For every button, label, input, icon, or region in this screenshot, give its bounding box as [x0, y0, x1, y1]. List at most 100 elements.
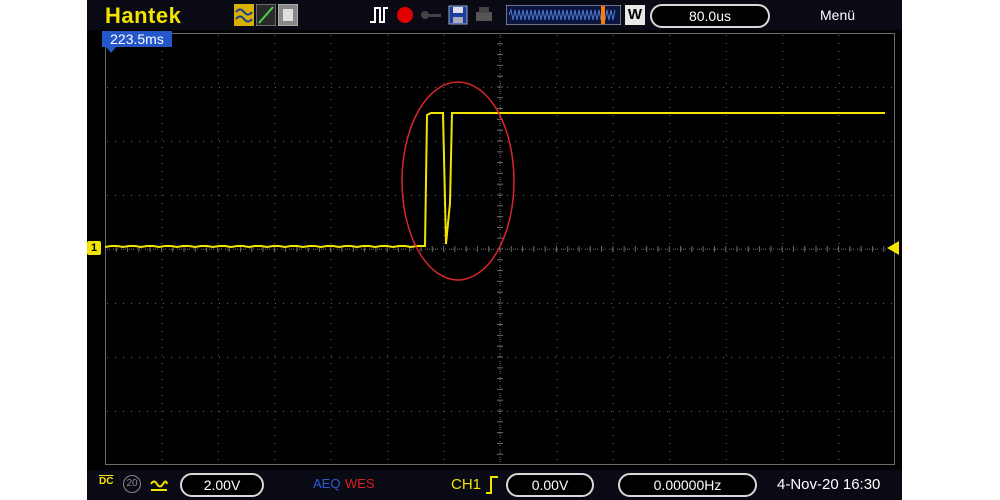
grid-dot [161, 179, 163, 180]
memory-position-bar[interactable] [506, 5, 621, 25]
grid-dot [161, 347, 163, 348]
persist-mode-icon[interactable] [277, 3, 299, 27]
grid-dot [147, 357, 148, 358]
grid-dot [669, 443, 671, 444]
grid-dot [330, 259, 332, 260]
grid-dot [155, 411, 156, 412]
grid-dot [883, 141, 884, 142]
grid-dot [411, 303, 412, 304]
grid-dot [838, 451, 840, 452]
dots-mode-icon[interactable] [234, 4, 254, 26]
grid-dot [875, 303, 876, 304]
grid-dot [555, 303, 556, 304]
ch1-level-marker[interactable]: 1 [87, 241, 101, 255]
grid-dot [556, 275, 558, 276]
grid-dot [107, 303, 108, 304]
grid-dot [251, 141, 252, 142]
menu-button[interactable]: Menü [820, 7, 855, 23]
grid-dot [556, 115, 558, 116]
grid-dot [612, 147, 614, 148]
grid-dot [419, 303, 420, 304]
grid-dot [283, 87, 284, 88]
grid-dot [619, 411, 620, 412]
grid-dot [387, 243, 389, 244]
grid-dot [556, 179, 558, 180]
grid-dot [274, 443, 276, 444]
ch1-scale[interactable]: 2.00V [180, 473, 264, 497]
grid-dot [699, 87, 700, 88]
grid-dot [782, 355, 784, 356]
grid-dot [219, 249, 220, 250]
grid-dot [179, 411, 180, 412]
vectors-mode-icon[interactable] [255, 3, 277, 27]
grid-dot [387, 91, 389, 92]
grid-dot [531, 249, 532, 250]
grid-dot [139, 87, 140, 88]
grid-dot [556, 67, 558, 68]
grid-dot [171, 303, 172, 304]
grid-dot [883, 195, 884, 196]
save-icon[interactable] [448, 5, 468, 25]
timebase-readout[interactable]: 80.0us [650, 4, 770, 28]
grid-dot [643, 303, 644, 304]
grid-dot [782, 83, 784, 84]
trigger-level[interactable]: 0.00V [506, 473, 594, 497]
grid-dot [838, 419, 840, 420]
grid-dot [379, 357, 380, 358]
grid-dot [339, 141, 340, 142]
grid-dot [651, 87, 652, 88]
grid-dot [330, 139, 332, 140]
grid-dot [275, 195, 276, 196]
grid-dot [838, 267, 840, 268]
grid-dot [851, 195, 852, 196]
grid-dot [659, 87, 660, 88]
grid-dot [838, 459, 840, 460]
grid-dot [691, 357, 692, 358]
grid-dot [669, 459, 671, 460]
trigger-position-tag[interactable]: 223.5ms [102, 31, 172, 53]
grid-dot [811, 303, 812, 304]
trigger-source[interactable]: CH1 [451, 476, 481, 493]
grid-dot [556, 107, 558, 108]
grid-dot [411, 195, 412, 196]
grid-dot [227, 357, 228, 358]
grid-dot [787, 141, 788, 142]
grid-dot [531, 87, 532, 88]
grid-dot [339, 249, 340, 250]
grid-dot [763, 357, 764, 358]
grid-dot [782, 147, 784, 148]
grid-dot [725, 331, 727, 332]
grid-dot [838, 115, 840, 116]
grid-dot [435, 249, 436, 250]
grid-dot [675, 141, 676, 142]
trigger-level-marker[interactable] [887, 241, 899, 255]
grid-dot [595, 195, 596, 196]
grid-dot [838, 123, 840, 124]
grid-dot [755, 195, 756, 196]
grid-dot [725, 147, 727, 148]
grid-dot [161, 59, 163, 60]
grid-dot [451, 357, 452, 358]
grid-dot [603, 87, 604, 88]
grid-dot [491, 87, 492, 88]
grid-dot [725, 443, 727, 444]
grid-dot [651, 411, 652, 412]
print-icon[interactable] [474, 5, 494, 25]
grid-dot [131, 249, 132, 250]
record-icon[interactable] [396, 6, 414, 24]
grid-dot [330, 339, 332, 340]
grid-dot [612, 51, 614, 52]
grid-dot [217, 43, 219, 44]
grid-dot [725, 107, 727, 108]
grid-dot [539, 411, 540, 412]
grid-dot [330, 459, 332, 460]
grid-dot [363, 357, 364, 358]
grid-dot [883, 357, 884, 358]
grid-dot [139, 195, 140, 196]
grid-dot [669, 299, 671, 300]
grid-dot [669, 283, 671, 284]
grid-dot [779, 357, 780, 358]
grid-dot [725, 83, 727, 84]
grid-dot [707, 357, 708, 358]
grid-dot [435, 195, 436, 196]
